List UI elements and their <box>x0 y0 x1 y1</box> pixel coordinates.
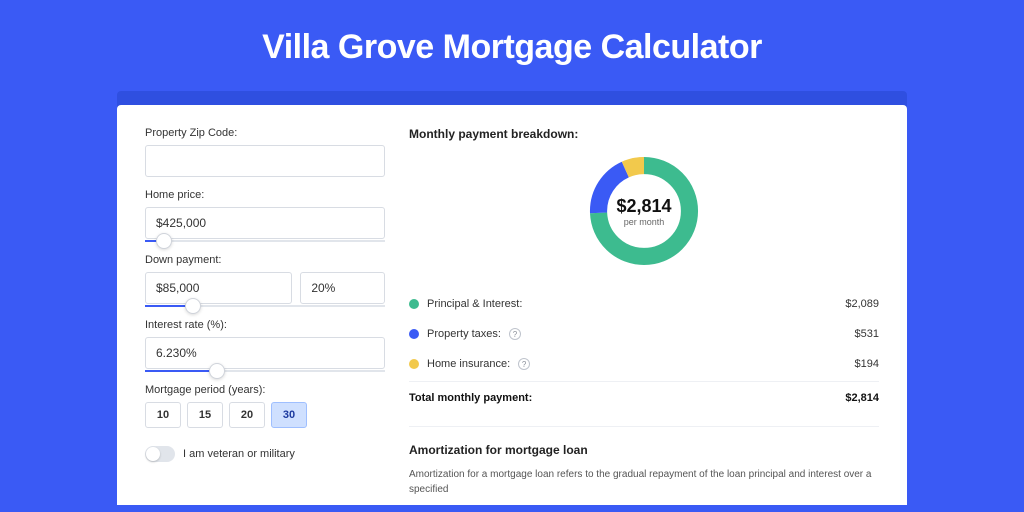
down-payment-slider[interactable] <box>145 305 385 307</box>
zip-group: Property Zip Code: <box>145 127 385 177</box>
legend-value: $531 <box>855 328 879 340</box>
legend-label: Property taxes: <box>427 328 501 340</box>
home-price-slider[interactable] <box>145 240 385 242</box>
total-value: $2,814 <box>845 392 879 404</box>
zip-label: Property Zip Code: <box>145 127 385 139</box>
down-payment-pct-input[interactable] <box>300 272 385 304</box>
veteran-toggle[interactable] <box>145 446 175 462</box>
down-payment-group: Down payment: <box>145 254 385 307</box>
donut-chart-wrap: $2,814 per month <box>409 151 879 271</box>
period-label: Mortgage period (years): <box>145 384 385 396</box>
legend-value: $2,089 <box>845 298 879 310</box>
amortization-title: Amortization for mortgage loan <box>409 443 879 457</box>
donut-amount: $2,814 <box>616 196 671 217</box>
period-btn-30[interactable]: 30 <box>271 402 307 428</box>
slider-thumb[interactable] <box>185 298 201 314</box>
info-icon[interactable]: ? <box>509 328 521 340</box>
donut-chart: $2,814 per month <box>584 151 704 271</box>
slider-thumb[interactable] <box>156 233 172 249</box>
home-price-group: Home price: <box>145 189 385 242</box>
zip-input[interactable] <box>145 145 385 177</box>
interest-label: Interest rate (%): <box>145 319 385 331</box>
calculator-card-wrap: Property Zip Code: Home price: Down paym… <box>117 91 907 505</box>
amortization-text: Amortization for a mortgage loan refers … <box>409 467 879 497</box>
home-price-input[interactable] <box>145 207 385 239</box>
page-title: Villa Grove Mortgage Calculator <box>0 0 1024 91</box>
info-icon[interactable]: ? <box>518 358 530 370</box>
total-row: Total monthly payment: $2,814 <box>409 381 879 414</box>
legend-dot-icon <box>409 359 419 369</box>
interest-slider[interactable] <box>145 370 385 372</box>
period-btn-10[interactable]: 10 <box>145 402 181 428</box>
interest-group: Interest rate (%): <box>145 319 385 372</box>
amortization-section: Amortization for mortgage loan Amortizat… <box>409 426 879 497</box>
period-btn-15[interactable]: 15 <box>187 402 223 428</box>
period-group: Mortgage period (years): 10152030 <box>145 384 385 428</box>
legend-row: Property taxes:? $531 <box>409 319 879 349</box>
toggle-knob <box>146 447 160 461</box>
donut-center: $2,814 per month <box>584 151 704 271</box>
legend-row: Home insurance:? $194 <box>409 349 879 379</box>
calculator-card: Property Zip Code: Home price: Down paym… <box>117 105 907 505</box>
home-price-label: Home price: <box>145 189 385 201</box>
period-btn-20[interactable]: 20 <box>229 402 265 428</box>
legend-dot-icon <box>409 299 419 309</box>
legend-row: Principal & Interest: $2,089 <box>409 289 879 319</box>
veteran-row: I am veteran or military <box>145 446 385 462</box>
breakdown-column: Monthly payment breakdown: $2,814 per mo… <box>409 127 879 505</box>
down-payment-amount-input[interactable] <box>145 272 292 304</box>
donut-sub: per month <box>624 217 665 227</box>
legend-list: Principal & Interest: $2,089 Property taxe… <box>409 289 879 379</box>
legend-dot-icon <box>409 329 419 339</box>
legend-value: $194 <box>855 358 879 370</box>
veteran-label: I am veteran or military <box>183 448 295 460</box>
form-column: Property Zip Code: Home price: Down paym… <box>145 127 385 505</box>
legend-label: Home insurance: <box>427 358 510 370</box>
slider-thumb[interactable] <box>209 363 225 379</box>
total-label: Total monthly payment: <box>409 392 532 404</box>
interest-input[interactable] <box>145 337 385 369</box>
legend-label: Principal & Interest: <box>427 298 522 310</box>
down-payment-label: Down payment: <box>145 254 385 266</box>
breakdown-title: Monthly payment breakdown: <box>409 127 879 141</box>
period-button-row: 10152030 <box>145 402 385 428</box>
